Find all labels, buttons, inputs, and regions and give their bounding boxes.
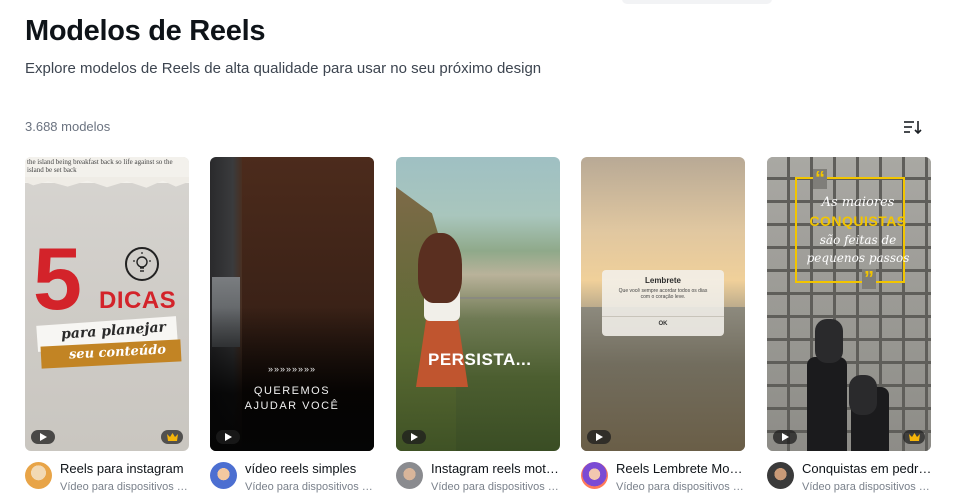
template-title[interactable]: Reels Lembrete Motivacional bbox=[616, 461, 746, 476]
dialog-divider bbox=[602, 316, 724, 317]
thumb-word: DICAS bbox=[99, 287, 177, 314]
crown-icon bbox=[908, 433, 920, 441]
quote-close-icon: ” bbox=[862, 268, 876, 290]
template-title[interactable]: vídeo reels simples bbox=[245, 461, 375, 476]
dialog-body: Que você sempre acordar todos os dias co… bbox=[618, 288, 708, 300]
template-card[interactable]: PERSISTA... Instagram reels motivação Ví… bbox=[396, 157, 561, 500]
template-meta: Instagram reels motivação Vídeo para dis… bbox=[396, 458, 561, 500]
play-icon bbox=[411, 433, 418, 441]
page-subtitle: Explore modelos de Reels de alta qualida… bbox=[25, 60, 542, 77]
template-meta: Reels Lembrete Motivacional Vídeo para d… bbox=[581, 458, 746, 500]
premium-badge bbox=[903, 430, 925, 444]
quote-frame bbox=[795, 177, 905, 283]
premium-badge bbox=[161, 430, 183, 444]
template-type: Vídeo para dispositivos móveis bbox=[245, 481, 375, 493]
template-thumbnail[interactable]: “ ” As maiores CONQUISTAS são feitas de … bbox=[767, 157, 931, 451]
avatar[interactable] bbox=[210, 462, 237, 489]
lightbulb-icon bbox=[125, 247, 159, 281]
railing bbox=[456, 297, 560, 321]
template-meta: vídeo reels simples Vídeo para dispositi… bbox=[210, 458, 375, 500]
thumb-line-1: As maiores bbox=[821, 195, 895, 210]
person-hair bbox=[418, 233, 462, 303]
template-thumbnail[interactable]: »»»»»»»» QUEREMOS AJUDAR VOCÊ bbox=[210, 157, 374, 451]
results-count: 3.688 modelos bbox=[25, 119, 111, 134]
shoe bbox=[849, 375, 877, 415]
thumb-line-1: QUEREMOS bbox=[253, 385, 331, 397]
video-badge bbox=[216, 430, 240, 444]
quote-open-icon: “ bbox=[813, 168, 827, 190]
template-card[interactable]: Lembrete Que você sempre acordar todos o… bbox=[581, 157, 746, 500]
template-thumbnail[interactable]: PERSISTA... bbox=[396, 157, 560, 451]
template-card[interactable]: “ ” As maiores CONQUISTAS são feitas de … bbox=[767, 157, 932, 500]
template-thumbnail[interactable]: Lembrete Que você sempre acordar todos o… bbox=[581, 157, 745, 451]
video-badge bbox=[31, 430, 55, 444]
template-card[interactable]: the island being breakfast back so life … bbox=[25, 157, 190, 500]
template-type: Vídeo para dispositivos móveis bbox=[431, 481, 561, 493]
video-badge bbox=[587, 430, 611, 444]
thumb-number: 5 bbox=[33, 229, 82, 328]
sort-button[interactable] bbox=[898, 114, 928, 140]
avatar[interactable] bbox=[25, 462, 52, 489]
thumb-line-2: CONQUISTAS bbox=[809, 213, 907, 229]
template-card[interactable]: »»»»»»»» QUEREMOS AJUDAR VOCÊ vídeo reel… bbox=[210, 157, 375, 500]
avatar[interactable] bbox=[581, 462, 608, 489]
page-title: Modelos de Reels bbox=[25, 15, 266, 47]
thumb-arrows: »»»»»»»» bbox=[267, 364, 317, 374]
template-title[interactable]: Reels para instagram bbox=[60, 461, 190, 476]
thumb-caption: PERSISTA... bbox=[428, 350, 532, 369]
shoe bbox=[815, 319, 843, 363]
play-icon bbox=[225, 433, 232, 441]
thumb-line-2: AJUDAR VOCÊ bbox=[244, 400, 340, 412]
paper-tear bbox=[25, 177, 189, 188]
template-type: Vídeo para dispositivos móveis bbox=[802, 481, 932, 493]
video-badge bbox=[402, 430, 426, 444]
play-icon bbox=[782, 433, 789, 441]
template-type: Vídeo para dispositivos móveis bbox=[616, 481, 746, 493]
thumb-line-3: são feitas de bbox=[819, 233, 897, 247]
video-badge bbox=[773, 430, 797, 444]
sort-icon bbox=[904, 121, 922, 135]
strip-text: the island being breakfast back so life … bbox=[27, 158, 173, 174]
template-title[interactable]: Instagram reels motivação bbox=[431, 461, 561, 476]
play-icon bbox=[40, 433, 47, 441]
template-thumbnail[interactable]: the island being breakfast back so life … bbox=[25, 157, 189, 451]
template-type: Vídeo para dispositivos móveis bbox=[60, 481, 190, 493]
template-title[interactable]: Conquistas em pedras bbox=[802, 461, 932, 476]
top-search-pill bbox=[622, 0, 772, 4]
thumb-dialog: Lembrete Que você sempre acordar todos o… bbox=[602, 270, 724, 336]
play-icon bbox=[596, 433, 603, 441]
leg bbox=[807, 357, 847, 451]
template-meta: Conquistas em pedras Vídeo para disposit… bbox=[767, 458, 932, 500]
avatar[interactable] bbox=[767, 462, 794, 489]
template-meta: Reels para instagram Vídeo para disposit… bbox=[25, 458, 190, 500]
thumb-line-4: pequenos passos bbox=[806, 251, 910, 265]
crown-icon bbox=[166, 433, 178, 441]
dialog-title: Lembrete bbox=[644, 276, 681, 285]
avatar[interactable] bbox=[396, 462, 423, 489]
dialog-ok: OK bbox=[658, 321, 668, 327]
